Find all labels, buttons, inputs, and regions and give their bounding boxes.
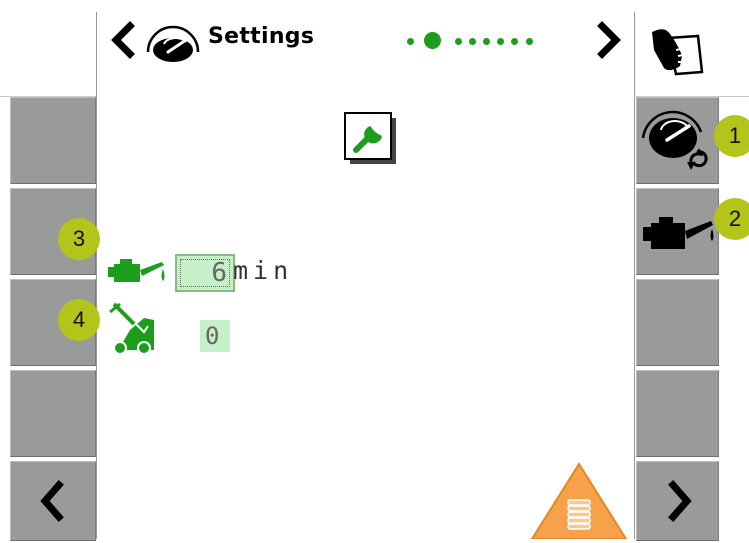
- page-dot-active: [424, 32, 441, 49]
- right-softkey-gauge-reset[interactable]: [636, 97, 719, 184]
- hand-button[interactable]: [646, 22, 706, 82]
- wrench-icon: [344, 112, 396, 164]
- chevron-right-icon: [597, 21, 621, 59]
- page-dot: [497, 38, 504, 45]
- right-softkey-3[interactable]: [636, 279, 719, 366]
- right-divider: [634, 12, 635, 539]
- page-dot: [511, 38, 518, 45]
- right-softkey-oil[interactable]: [636, 188, 719, 275]
- callout-3: 3: [58, 218, 100, 260]
- warning-stack-icon: [530, 462, 628, 540]
- warning-button[interactable]: [530, 460, 628, 540]
- wrench-button[interactable]: [344, 112, 398, 166]
- rotary-value: 0: [205, 322, 220, 350]
- right-softkey-next[interactable]: [636, 461, 719, 541]
- oil-interval-field[interactable]: 6: [175, 254, 235, 292]
- callout-2: 2: [714, 198, 749, 240]
- oil-can-icon: [108, 256, 174, 286]
- page-dot: [526, 38, 533, 45]
- page-dot: [455, 38, 462, 45]
- oil-can-icon: [643, 217, 714, 249]
- page-dot: [483, 38, 490, 45]
- rotary-rake-icon: [108, 300, 158, 356]
- oil-interval-unit: min: [233, 256, 294, 285]
- left-softkey-back[interactable]: [10, 461, 96, 541]
- right-softkey-4[interactable]: [636, 370, 719, 457]
- page-dot: [407, 38, 414, 45]
- page-indicator: [0, 0, 749, 80]
- page-dot: [469, 38, 476, 45]
- chevron-right-icon: [668, 480, 692, 522]
- left-softkey-4[interactable]: [10, 370, 96, 457]
- callout-1: 1: [714, 115, 749, 157]
- rotary-value-field[interactable]: 0: [200, 320, 230, 352]
- callout-4: 4: [58, 299, 100, 341]
- next-page-button[interactable]: [592, 20, 624, 60]
- left-softkey-1[interactable]: [10, 97, 96, 184]
- oil-interval-value: 6: [211, 258, 227, 288]
- hand-icon: [652, 29, 704, 76]
- left-divider: [96, 12, 97, 539]
- gauge-refresh-icon: [641, 110, 708, 170]
- chevron-left-icon: [40, 480, 64, 522]
